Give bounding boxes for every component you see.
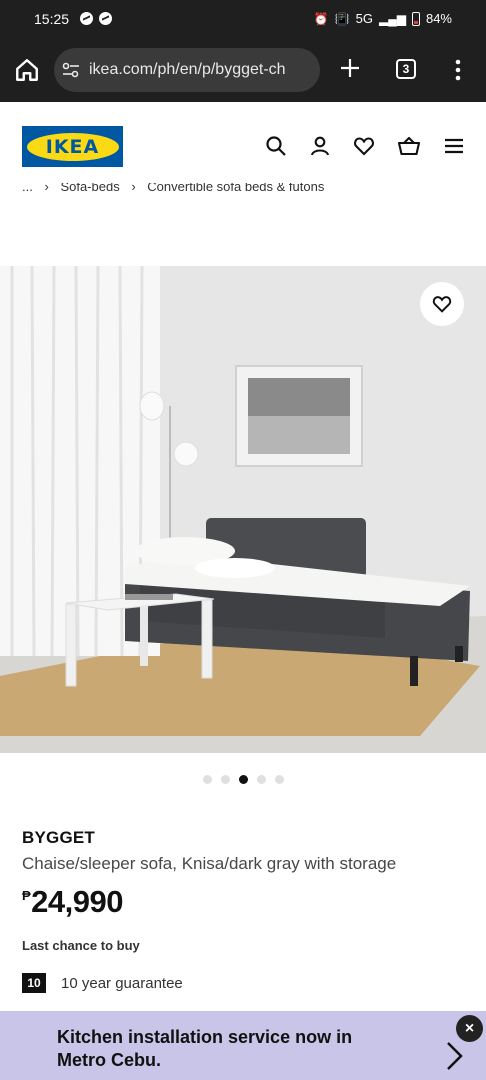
product-image[interactable]	[0, 266, 486, 753]
promo-banner[interactable]: Kitchen installation service now in Metr…	[0, 1011, 486, 1080]
site-settings-icon[interactable]	[62, 62, 80, 78]
browser-toolbar: ikea.com/ph/en/p/bygget-ch 3	[0, 40, 486, 102]
messenger-icon	[99, 12, 112, 25]
battery-level: 84%	[425, 11, 452, 26]
chevron-right-icon[interactable]	[443, 1040, 465, 1072]
availability-label: Last chance to buy	[22, 938, 140, 953]
logo-text: IKEA	[45, 135, 100, 158]
product-description: Chaise/sleeper sofa, Knisa/dark gray wit…	[22, 854, 397, 873]
product-price: ₱24,990	[22, 884, 123, 920]
hamburger-menu-icon[interactable]	[442, 134, 466, 158]
battery-icon	[411, 11, 420, 26]
messenger-icon	[80, 12, 93, 25]
heart-icon[interactable]	[352, 134, 376, 158]
carousel-dot[interactable]	[202, 775, 212, 784]
vibrate-icon: 📳	[334, 11, 350, 26]
url-bar[interactable]: ikea.com/ph/en/p/bygget-ch	[54, 48, 320, 92]
basket-icon[interactable]	[397, 134, 421, 158]
alarm-icon: ⏰	[313, 11, 329, 26]
product-name: BYGGET	[22, 828, 95, 847]
ikea-logo[interactable]: IKEA	[22, 126, 123, 167]
carousel-dot[interactable]	[238, 775, 248, 784]
browser-menu-icon[interactable]	[450, 58, 466, 82]
close-banner-button[interactable]: ×	[456, 1015, 483, 1042]
carousel-indicator	[0, 775, 486, 784]
guarantee-text: 10 year guarantee	[61, 974, 183, 992]
home-icon[interactable]	[14, 57, 40, 83]
status-time: 15:25	[34, 11, 70, 27]
price-value: 24,990	[31, 884, 123, 919]
guarantee-info[interactable]: 10 10 year guarantee	[22, 973, 183, 993]
currency-symbol: ₱	[22, 888, 31, 903]
tab-switcher-button[interactable]: 3	[396, 59, 416, 79]
carousel-dot[interactable]	[220, 775, 230, 784]
add-to-favourites-button[interactable]	[420, 282, 464, 326]
carousel-dot[interactable]	[256, 775, 266, 784]
breadcrumb-item[interactable]: Convertible sofa beds & futons	[147, 183, 324, 194]
logo-oval: IKEA	[26, 132, 119, 161]
breadcrumb-item[interactable]: Sofa-beds	[60, 183, 119, 194]
heart-icon	[432, 296, 452, 313]
promo-text[interactable]: Kitchen installation service now in Metr…	[57, 1026, 397, 1072]
guarantee-badge-icon: 10	[22, 973, 46, 993]
url-text[interactable]: ikea.com/ph/en/p/bygget-ch	[89, 61, 314, 79]
new-tab-icon[interactable]	[338, 56, 362, 80]
user-icon[interactable]	[308, 134, 332, 158]
status-bar: 15:25 ⏰ 📳 5G ▂▄▆ 84%	[0, 0, 486, 40]
carousel-dot[interactable]	[274, 775, 284, 784]
search-icon[interactable]	[264, 134, 288, 158]
breadcrumb: ... › Sofa-beds › Convertible sofa beds …	[22, 183, 462, 199]
chevron-right-icon: ›	[44, 183, 49, 194]
breadcrumb-ellipsis[interactable]: ...	[22, 183, 33, 194]
network-label: 5G	[355, 11, 373, 26]
chevron-right-icon: ›	[131, 183, 136, 194]
signal-icon: ▂▄▆	[379, 11, 406, 26]
product-photo	[0, 266, 486, 753]
